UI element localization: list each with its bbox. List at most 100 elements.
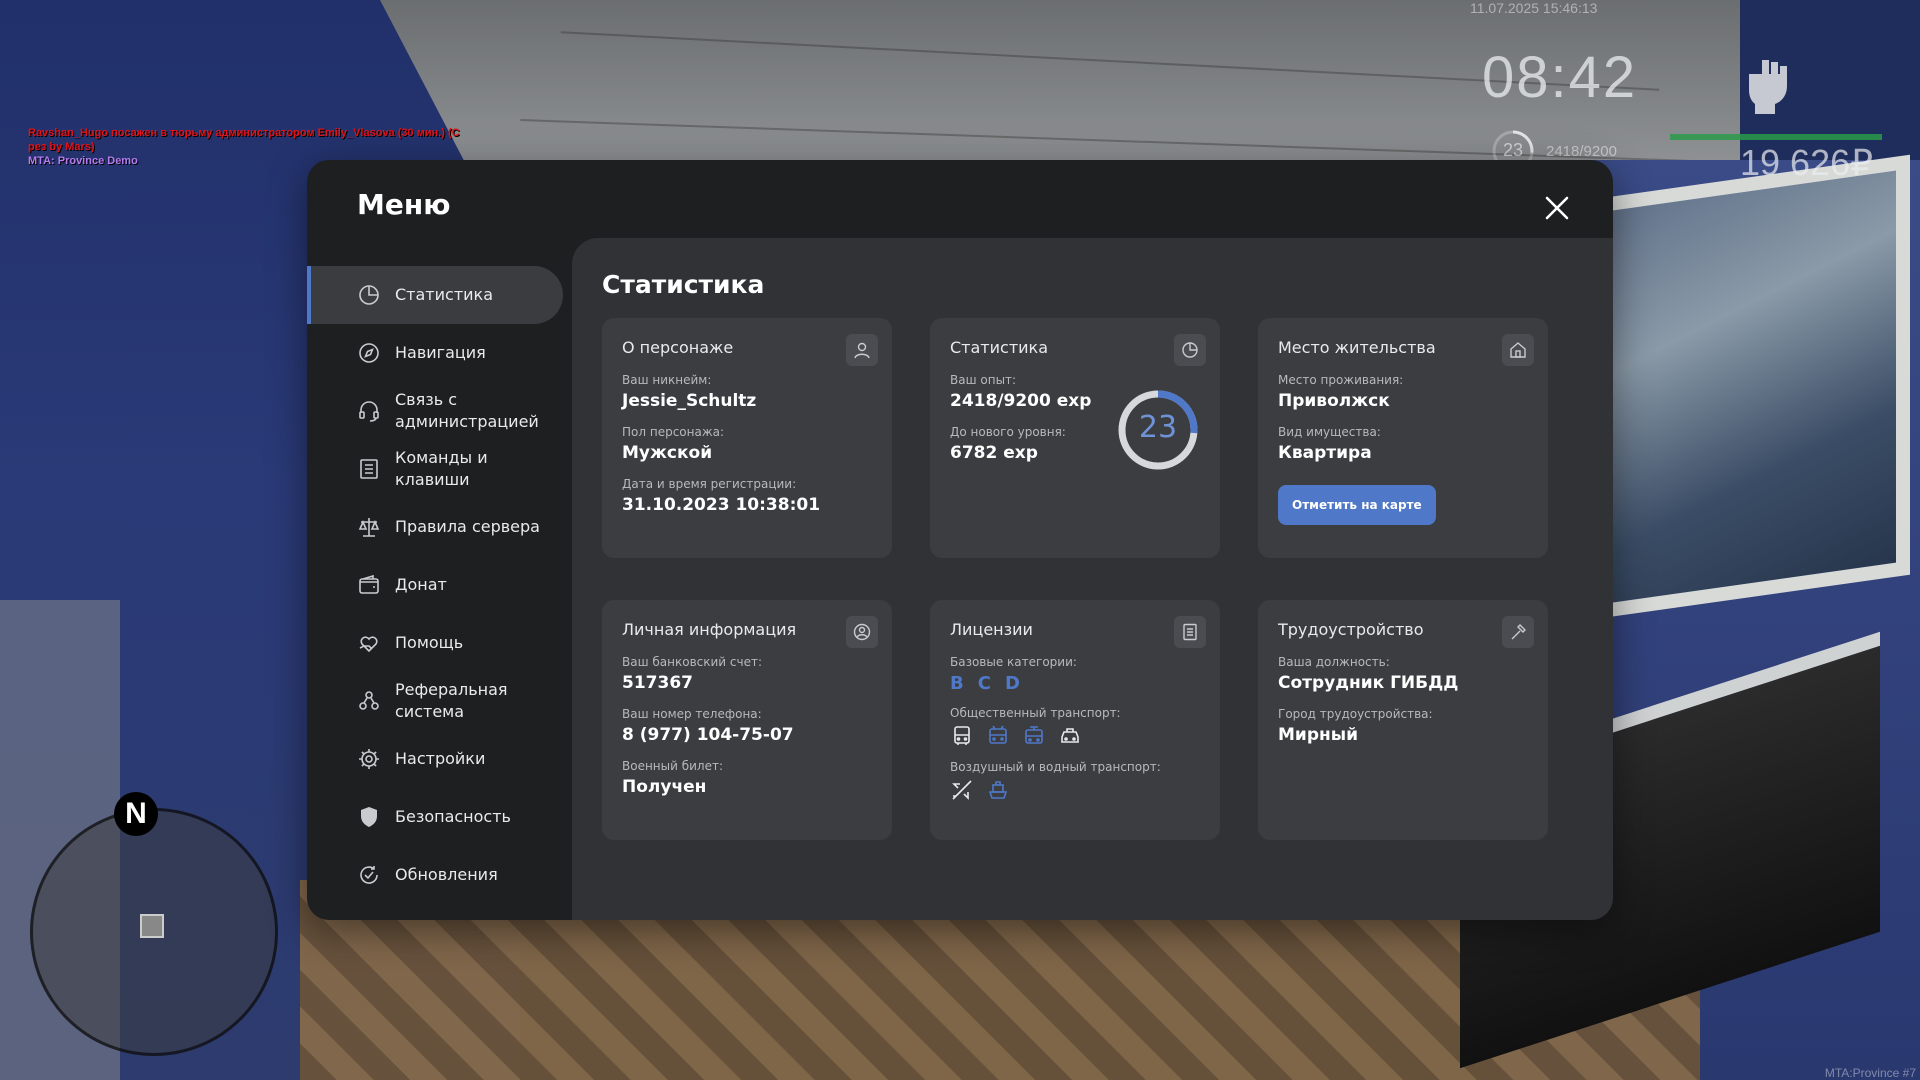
public-transport-icons — [950, 724, 1200, 748]
sidebar-item-label: Команды и клавиши — [395, 448, 488, 489]
compass-icon — [359, 343, 379, 363]
mark-on-map-button[interactable]: Отметить на карте — [1278, 485, 1436, 525]
card-character: О персонаже Ваш никнейм: Jessie_Schultz … — [602, 318, 892, 558]
pie-chart-icon — [1174, 334, 1206, 366]
shield-icon — [361, 807, 377, 827]
sidebar: Статистика Навигация Связь с администрац… — [307, 266, 563, 904]
list-icon — [360, 459, 378, 479]
scales-icon — [358, 518, 380, 537]
card-title: Место жительства — [1278, 338, 1436, 357]
hud-clock: 08:42 — [1482, 45, 1638, 110]
card-employment: Трудоустройство Ваша должность: Сотрудни… — [1258, 600, 1548, 840]
field-label: Пол персонажа: — [622, 425, 725, 439]
card-title: Личная информация — [622, 620, 797, 639]
sidebar-item-help[interactable]: Помощь — [307, 614, 563, 672]
sidebar-item-label: Помощь — [395, 633, 464, 652]
sidebar-item-commands[interactable]: Команды и клавиши — [307, 440, 563, 498]
refresh-icon — [360, 866, 378, 884]
position-value: Сотрудник ГИБДД — [1278, 673, 1459, 693]
air-water-transport-icons — [950, 778, 1200, 802]
sidebar-item-donate[interactable]: Донат — [307, 556, 563, 614]
place-value: Приволжск — [1278, 391, 1390, 411]
pie-chart-icon — [359, 285, 379, 305]
user-circle-icon — [846, 616, 878, 648]
health-bar — [1670, 134, 1882, 140]
sidebar-item-label: Связь с администрацией — [395, 390, 539, 431]
card-title: Трудоустройство — [1278, 620, 1424, 639]
boat-icon — [988, 781, 1008, 799]
menu-title: Меню — [357, 188, 451, 221]
property-value: Квартира — [1278, 443, 1372, 463]
field-label: Воздушный и водный транспорт: — [950, 760, 1161, 774]
people-icon — [359, 691, 379, 710]
fist-icon — [1749, 60, 1787, 114]
sidebar-item-contact-admin[interactable]: Связь с администрацией — [307, 382, 563, 440]
hammer-icon — [1502, 616, 1534, 648]
hud-datetime: 11.07.2025 15:46:13 — [1470, 0, 1598, 16]
sidebar-item-security[interactable]: Безопасность — [307, 788, 563, 846]
sidebar-item-updates[interactable]: Обновления — [307, 846, 563, 904]
menu-window: Меню Статистика Навигация Связь с админи… — [307, 160, 1613, 920]
card-title: Статистика — [950, 338, 1048, 357]
content-panel: Статистика О персонаже Ваш никнейм: Jess… — [572, 238, 1613, 920]
license-category: C — [977, 673, 991, 694]
headset-icon — [359, 401, 379, 422]
tram-icon — [1025, 726, 1043, 744]
registration-value: 31.10.2023 10:38:01 — [622, 495, 821, 515]
field-label: Дата и время регистрации: — [622, 477, 797, 491]
field-label: Ваш опыт: — [950, 373, 1017, 387]
sidebar-item-label: Правила сервера — [395, 517, 540, 536]
level-number: 23 — [1138, 410, 1178, 445]
card-personal-info: Личная информация Ваш банковский счет: 5… — [602, 600, 892, 840]
military-id-value: Получен — [622, 777, 707, 797]
sidebar-item-settings[interactable]: Настройки — [307, 730, 563, 788]
bank-account-value: 517367 — [622, 673, 693, 693]
card-licenses: Лицензии Базовые категории: B C D Общест… — [930, 600, 1220, 840]
hud-level: 23 — [1502, 140, 1524, 160]
user-icon — [846, 334, 878, 366]
sidebar-item-label: Навигация — [395, 343, 486, 362]
player-marker-icon — [140, 914, 164, 938]
sidebar-item-label: Донат — [395, 575, 447, 594]
sidebar-item-rules[interactable]: Правила сервера — [307, 498, 563, 556]
trolleybus-icon — [989, 725, 1007, 744]
sidebar-item-referral[interactable]: Реферальная система — [307, 672, 563, 730]
field-label: Военный билет: — [622, 759, 724, 773]
sidebar-item-navigation[interactable]: Навигация — [307, 324, 563, 382]
city-value: Мирный — [1278, 725, 1359, 745]
radar-north: N — [114, 792, 158, 836]
gender-value: Мужской — [622, 443, 713, 463]
home-icon — [1502, 334, 1534, 366]
heart-hand-icon — [359, 636, 378, 653]
sidebar-item-label: Безопасность — [395, 807, 511, 826]
field-label: Ваш банковский счет: — [622, 655, 763, 669]
plane-icon — [952, 780, 972, 800]
bus-icon — [954, 726, 970, 745]
sidebar-item-label: Реферальная система — [395, 680, 508, 721]
chat-line: Ravshan_Hugo посажен в тюрьму администра… — [28, 127, 460, 139]
phone-value: 8 (977) 104-75-07 — [622, 725, 794, 745]
card-residence: Место жительства Место проживания: Приво… — [1258, 318, 1548, 558]
close-icon[interactable] — [1543, 194, 1571, 222]
page-title: Статистика — [602, 270, 765, 299]
document-icon — [1174, 616, 1206, 648]
license-category: D — [1004, 673, 1020, 694]
field-label: Место проживания: — [1278, 373, 1404, 387]
field-label: Вид имущества: — [1278, 425, 1381, 439]
sidebar-item-label: Настройки — [395, 749, 486, 768]
gear-icon — [359, 749, 379, 769]
chat-line: рез by Mars) — [28, 141, 95, 153]
sidebar-item-statistics[interactable]: Статистика — [307, 266, 563, 324]
field-label: Ваш никнейм: — [622, 373, 712, 387]
card-title: О персонаже — [622, 338, 734, 357]
card-title: Лицензии — [950, 620, 1033, 639]
field-label: Город трудоустройства: — [1278, 707, 1433, 721]
field-label: Ваш номер телефона: — [622, 707, 762, 721]
license-categories: B C D — [950, 673, 1200, 694]
license-category: B — [950, 673, 964, 694]
field-label: Общественный транспорт: — [950, 706, 1121, 720]
field-label: Ваша должность: — [1278, 655, 1390, 669]
sidebar-item-label: Статистика — [395, 285, 493, 304]
hud-money: 19 626₽ — [1740, 142, 1874, 183]
field-label: Базовые категории: — [950, 655, 1077, 669]
